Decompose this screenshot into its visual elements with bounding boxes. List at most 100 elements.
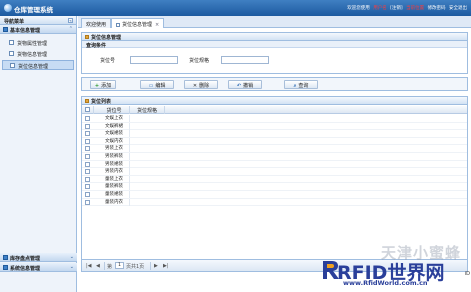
add-label: 添加 [101, 83, 112, 89]
column-divider [93, 106, 94, 114]
sidebar-group-label: 基本信息管理 [10, 28, 41, 34]
table-row[interactable]: 男装内衣 [82, 168, 467, 176]
cell-location-no: 男装内衣 [105, 169, 123, 175]
tab-welcome[interactable]: 欢迎使用 [81, 18, 112, 28]
cancel-button[interactable]: ↶ 撤销 [228, 80, 262, 89]
page-number-input[interactable]: 1 [115, 262, 124, 269]
safe-exit-link[interactable]: 安全退出 [449, 6, 467, 11]
app-logo-icon [4, 4, 12, 12]
row-checkbox[interactable] [85, 116, 90, 121]
search-conditions-header: 查询条件 [82, 41, 467, 49]
row-checkbox[interactable] [85, 123, 90, 129]
current-location-text: 当前位置 [406, 6, 425, 11]
cell-location-no: 童装裙装 [105, 191, 123, 197]
table-row[interactable]: 文娱内衣 [82, 137, 467, 146]
select-all-checkbox[interactable] [85, 107, 90, 112]
folder-icon [3, 255, 8, 260]
watermark-url: www.RfidWorld.com.cn [343, 279, 428, 287]
cell-divider [129, 198, 130, 206]
cell-location-no: 文娱裤裙 [105, 123, 123, 129]
add-button[interactable]: + 添加 [90, 80, 116, 89]
tab-location-info[interactable]: 货位信息管理 × [111, 18, 165, 28]
table-row[interactable]: 童装上衣 [82, 175, 467, 184]
document-icon [9, 51, 14, 56]
change-password-link[interactable]: 修改密码 [428, 6, 446, 11]
row-checkbox[interactable] [85, 161, 90, 167]
edit-button[interactable]: ▭ 编辑 [140, 80, 174, 89]
row-checkbox[interactable] [85, 138, 90, 144]
grid-rows: 文娱上衣文娱裤裙 文娱裙装 文娱内衣男装上衣 男装裤装 男装裙装男装内衣 童装上衣 童装裤装… [82, 115, 467, 207]
query-button[interactable]: ⌕ 查询 [284, 80, 318, 89]
table-row[interactable]: 男装裙装 [82, 160, 467, 169]
sidebar-item-goods-info[interactable]: 货物信息管理 [2, 49, 74, 59]
table-row[interactable]: 童装内衣 [82, 198, 467, 207]
sidebar-item-goods-attributes[interactable]: 货物属性管理 [2, 38, 74, 48]
table-row[interactable]: 男装上衣 [82, 145, 467, 153]
delete-button[interactable]: ✕ 删除 [184, 80, 218, 89]
prev-page-icon[interactable]: ◀ [96, 263, 100, 269]
column-location-spec[interactable]: 货位规格 [130, 107, 164, 114]
sidebar-group-system[interactable]: 系统信息管理 ⌄ [0, 263, 77, 272]
sidebar-item-label: 货物属性管理 [17, 41, 48, 47]
row-checkbox[interactable] [85, 191, 90, 197]
sidebar-item-label: 货物信息管理 [17, 52, 48, 58]
cell-divider [129, 190, 130, 198]
cell-divider [129, 168, 130, 176]
pagination-bar: |◀ ◀ 第 1 页共1页 ▶ ▶| [82, 259, 467, 271]
edit-label: 编辑 [155, 83, 166, 89]
table-row[interactable]: 童装裙装 [82, 190, 467, 199]
grid-header: 货位列表 [82, 97, 467, 105]
cell-location-no: 男装上衣 [105, 146, 123, 152]
cell-location-no: 文娱上衣 [105, 116, 123, 121]
table-row[interactable]: 男装裤装 [82, 152, 467, 161]
last-page-icon[interactable]: ▶| [163, 263, 169, 269]
table-row[interactable]: 文娱裙装 [82, 130, 467, 138]
next-page-icon[interactable]: ▶ [154, 263, 158, 269]
tab-label: 欢迎使用 [86, 22, 107, 28]
row-checkbox[interactable] [85, 146, 90, 152]
undo-icon: ↶ [236, 83, 242, 89]
location-spec-input[interactable] [221, 56, 269, 64]
sidebar-menu: 货物属性管理 货物信息管理 货位信息管理 [0, 34, 76, 70]
row-checkbox[interactable] [85, 199, 90, 205]
delete-label: 删除 [199, 83, 210, 89]
first-page-icon[interactable]: |◀ [86, 263, 92, 269]
table-row[interactable]: 文娱裤裙 [82, 122, 467, 131]
cell-divider [129, 152, 130, 160]
panel-icon [85, 35, 89, 39]
row-checkbox[interactable] [85, 153, 90, 159]
add-icon: + [94, 83, 100, 89]
welcome-text: 欢迎您使用 [347, 6, 370, 11]
sidebar-group-basic-info[interactable]: 基本信息管理 ⌃ [0, 25, 76, 34]
close-icon[interactable]: × [155, 22, 159, 28]
row-checkbox[interactable] [85, 131, 90, 137]
row-checkbox[interactable] [85, 169, 90, 175]
cell-location-no: 文娱内衣 [105, 138, 123, 144]
sidebar-group-inventory[interactable]: 库存盘点管理 ⌄ [0, 253, 77, 262]
logout-link[interactable]: [注销] [390, 6, 403, 11]
pager-divider [150, 262, 151, 270]
search-panel: 货位信息管理 查询条件 货位号 货位规格 [81, 32, 468, 74]
folder-icon [3, 265, 8, 270]
row-checkbox[interactable] [85, 184, 90, 190]
table-row[interactable]: 童装裤装 [82, 183, 467, 191]
edit-icon: ▭ [148, 83, 154, 89]
sidebar-item-label: 货位信息管理 [18, 64, 49, 70]
document-icon [9, 40, 14, 45]
page-total-text: 页共1页 [126, 264, 145, 270]
cell-location-no: 童装内衣 [105, 199, 123, 205]
location-no-input[interactable] [130, 56, 178, 64]
page-word-before: 第 [107, 264, 113, 270]
sidebar-collapse-button[interactable]: « [68, 18, 73, 23]
table-row[interactable]: 文娱上衣 [82, 115, 467, 123]
column-location-no[interactable]: 货位号 [99, 107, 129, 114]
query-label: 查询 [298, 83, 309, 89]
panel-title: 货位信息管理 [91, 35, 122, 41]
cell-location-no: 男装裙装 [105, 161, 123, 167]
chevron-up-icon: ⌃ [68, 26, 73, 32]
tab-strip: 欢迎使用 货位信息管理 × [78, 16, 471, 28]
sidebar-item-location-info[interactable]: 货位信息管理 [2, 60, 74, 70]
row-checkbox[interactable] [85, 176, 90, 182]
cell-divider [129, 137, 130, 145]
grid-column-header: 货位号 货位规格 [82, 106, 467, 114]
